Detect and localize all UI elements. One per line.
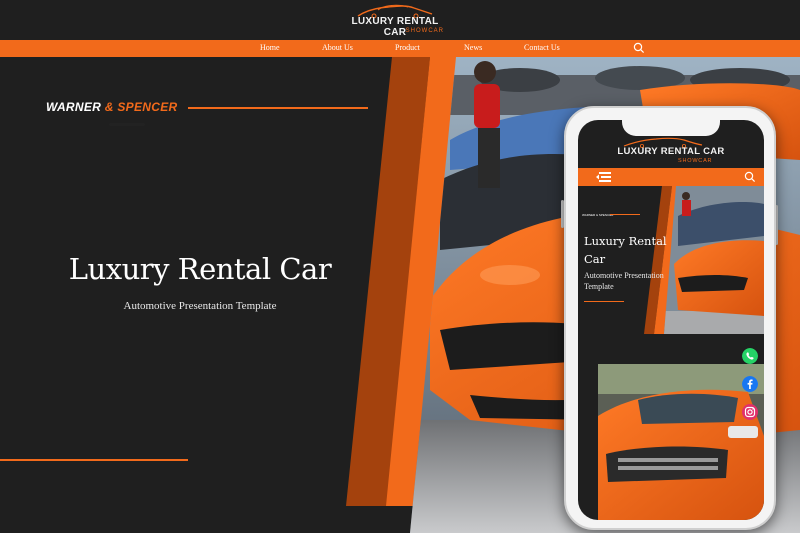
phone-hero-subtitle: Automotive Presentation Template — [584, 271, 664, 291]
phone-nav — [578, 168, 764, 186]
instagram-icon[interactable] — [742, 404, 758, 420]
brand-name-part1: WARNER — [46, 100, 105, 114]
hero-subtitle: Automotive Presentation Template — [123, 300, 277, 312]
phone-mockup: LUXURY RENTAL CAR SHOWCAR WARNER & SPENC… — [564, 106, 776, 530]
bottom-divider — [0, 459, 188, 461]
whatsapp-icon[interactable] — [742, 348, 758, 364]
hero-title: Luxury Rental Car — [68, 252, 332, 286]
phone-logo-title: LUXURY RENTAL CAR — [617, 146, 725, 157]
brand-name: WARNER & SPENCER — [46, 100, 178, 114]
phone-hero-title: Luxury Rental Car — [584, 234, 667, 266]
phone-screen: LUXURY RENTAL CAR SHOWCAR WARNER & SPENC… — [578, 120, 764, 520]
phone-hero-divider — [584, 301, 624, 302]
phone-speaker — [109, 123, 145, 126]
phone-logo-subtitle: SHOWCAR — [678, 158, 713, 164]
search-icon[interactable] — [744, 171, 756, 183]
menu-icon[interactable] — [596, 171, 612, 183]
brand-divider — [188, 107, 368, 109]
phone-brand-name: WARNER & SPENCER — [582, 213, 614, 217]
facebook-icon[interactable] — [742, 376, 758, 392]
phone-notch — [622, 120, 720, 136]
brand-name-part2: & SPENCER — [104, 100, 178, 114]
phone-brand-divider — [610, 214, 640, 215]
